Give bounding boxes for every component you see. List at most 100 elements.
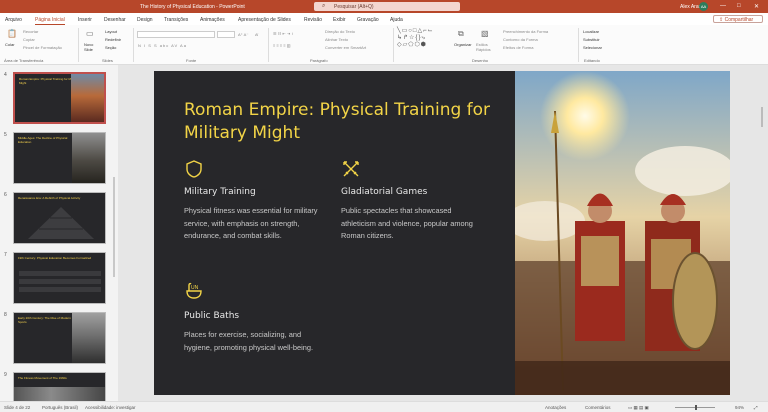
- slide-thumbnail[interactable]: Roman Empire: Physical Training for Mili…: [13, 72, 106, 124]
- tab-pagina-inicial[interactable]: Página Inicial: [35, 17, 65, 25]
- bath-icon: UN: [186, 282, 202, 299]
- crossed-swords-icon: [343, 161, 359, 177]
- clear-format-icon[interactable]: A̸: [255, 32, 258, 37]
- thumbnail-row: [19, 279, 101, 284]
- quick-styles-icon[interactable]: ▧: [481, 29, 489, 38]
- title-bar: The History of Physical Education - Powe…: [0, 0, 768, 13]
- tab-revisao[interactable]: Revisão: [304, 17, 322, 23]
- tab-arquivo[interactable]: Arquivo: [5, 17, 22, 23]
- search-icon: ⌕: [322, 3, 326, 9]
- slide-thumbnail[interactable]: Renaissance Era: A Rebirth of Physical A…: [13, 192, 106, 244]
- arrange-icon[interactable]: ⧉: [458, 29, 464, 39]
- view-buttons-icon[interactable]: ▭ ▦ ▤ ▣: [628, 405, 649, 411]
- language-indicator[interactable]: Português (Brasil): [42, 405, 78, 410]
- copy-button[interactable]: Copiar: [23, 37, 35, 42]
- text-direction-button[interactable]: Direção do Texto: [325, 29, 355, 34]
- slide-thumbnail[interactable]: The Fitness Movement of The 1960s: [13, 372, 106, 401]
- select-button[interactable]: Selecionar: [583, 45, 602, 50]
- block-heading[interactable]: Gladiatorial Games: [341, 187, 427, 197]
- slide-thumbnail-pane[interactable]: 4 Roman Empire: Physical Training for Mi…: [0, 65, 118, 401]
- font-family-select[interactable]: [137, 31, 215, 38]
- slide-thumbnail[interactable]: 19th Century: Physical Education Becomes…: [13, 252, 106, 304]
- ribbon-divider: [133, 28, 134, 62]
- tab-gravacao[interactable]: Gravação: [357, 17, 379, 23]
- tab-desenhar[interactable]: Desenhar: [104, 17, 126, 23]
- thumbnail-number: 4: [4, 72, 7, 78]
- comments-button[interactable]: Comentários: [585, 405, 611, 410]
- ribbon-divider: [268, 28, 269, 62]
- zoom-level[interactable]: 94%: [735, 405, 744, 410]
- thumbnail-number: 9: [4, 372, 7, 378]
- tab-transicoes[interactable]: Transições: [164, 17, 188, 23]
- block-body[interactable]: Places for exercise, socializing, and hy…: [184, 329, 324, 354]
- replace-button[interactable]: Substituir: [583, 37, 600, 42]
- tab-design[interactable]: Design: [137, 17, 153, 23]
- group-label-clipboard: Área de Transferência: [4, 58, 44, 63]
- minimize-icon[interactable]: —: [720, 3, 726, 9]
- align-buttons-icon[interactable]: ≡ ≡ ≡ ≡ ▥: [273, 43, 291, 48]
- accessibility-indicator[interactable]: Acessibilidade: investigar: [85, 405, 136, 410]
- roman-soldiers-image[interactable]: [515, 71, 730, 395]
- tab-apresentacao[interactable]: Apresentação de Slides: [238, 17, 291, 23]
- thumbnail-title: 19th Century: Physical Education Becomes…: [18, 256, 92, 260]
- group-label-editing: Editando: [584, 58, 600, 63]
- align-text-button[interactable]: Alinhar Texto: [325, 37, 348, 42]
- fit-slide-icon[interactable]: ⤢: [754, 405, 758, 410]
- shape-outline-button[interactable]: Contorno da Forma: [503, 37, 538, 42]
- list-buttons-icon[interactable]: ☰ ☷ ⇤ ⇥ ↕: [273, 31, 293, 36]
- smartart-button[interactable]: Converter em SmartArt: [325, 45, 366, 50]
- thumbnail-image: [71, 74, 104, 122]
- thumbnail-number: 5: [4, 132, 7, 138]
- editor-scrollbar[interactable]: [761, 107, 763, 127]
- paste-button[interactable]: Colar: [5, 42, 15, 47]
- quick-styles-button[interactable]: Estilos Rápidos: [476, 42, 496, 52]
- layout-button[interactable]: Layout: [105, 29, 117, 34]
- ribbon-divider: [393, 28, 394, 62]
- thumbnail-title: Middle Ages: The Decline of Physical Edu…: [18, 136, 68, 144]
- shape-effects-button[interactable]: Efeitos de Forma: [503, 45, 533, 50]
- block-body[interactable]: Public spectacles that showcased athleti…: [341, 205, 486, 243]
- section-button[interactable]: Seção: [105, 45, 116, 50]
- slide-thumbnail[interactable]: Early 20th Century: The Rise of Modern S…: [13, 312, 106, 364]
- new-slide-button[interactable]: Novo Slide: [84, 42, 98, 52]
- new-slide-icon[interactable]: ▭: [86, 29, 94, 38]
- thumbnail-title: Renaissance Era: A Rebirth of Physical A…: [18, 196, 81, 200]
- avatar[interactable]: AA: [699, 2, 708, 11]
- search-box[interactable]: ⌕ Pesquisar (Alt+Q): [314, 2, 460, 11]
- block-body[interactable]: Physical fitness was essential for milit…: [184, 205, 324, 243]
- tab-animacoes[interactable]: Animações: [200, 17, 225, 23]
- shape-fill-button[interactable]: Preenchimento da Forma: [503, 29, 548, 34]
- font-grow-shrink-icon[interactable]: A⁺ A⁻: [238, 32, 248, 37]
- slide-canvas[interactable]: Roman Empire: Physical Training for Mili…: [154, 71, 730, 395]
- paste-icon[interactable]: 📋: [7, 29, 17, 38]
- thumbnail-title: Roman Empire: Physical Training for Mili…: [19, 77, 79, 85]
- arrange-button[interactable]: Organizar: [454, 42, 472, 47]
- format-painter-button[interactable]: Pincel de Formatação: [23, 45, 62, 50]
- find-button[interactable]: Localizar: [583, 29, 599, 34]
- thumbnail-title: The Fitness Movement of The 1960s: [18, 376, 67, 380]
- tab-ajuda[interactable]: Ajuda: [390, 17, 403, 23]
- share-button[interactable]: ⇪ Compartilhar: [713, 15, 763, 23]
- zoom-slider-thumb[interactable]: [695, 405, 697, 410]
- block-heading[interactable]: Military Training: [184, 187, 256, 197]
- font-size-select[interactable]: [217, 31, 235, 38]
- reset-button[interactable]: Redefinir: [105, 37, 121, 42]
- cut-button[interactable]: Recortar: [23, 29, 38, 34]
- slide-title[interactable]: Roman Empire: Physical Training for Mili…: [184, 99, 504, 145]
- shield-icon: [186, 160, 202, 178]
- svg-text:UN: UN: [191, 285, 199, 291]
- close-icon[interactable]: ✕: [754, 3, 759, 10]
- tab-exibir[interactable]: Exibir: [333, 17, 346, 23]
- tab-inserir[interactable]: Inserir: [78, 17, 92, 23]
- shapes-gallery[interactable]: ╲▭○□△⌐⌙ ↳↱☆{}⤷ ◇▱⬠⬡⬢: [397, 28, 447, 52]
- group-label-slides: Slides: [102, 58, 113, 63]
- search-placeholder: Pesquisar (Alt+Q): [334, 4, 374, 10]
- thumbnail-scrollbar[interactable]: [113, 177, 115, 277]
- block-heading[interactable]: Public Baths: [184, 311, 239, 321]
- thumbnail-number: 7: [4, 252, 7, 258]
- slide-thumbnail[interactable]: Middle Ages: The Decline of Physical Edu…: [13, 132, 106, 184]
- maximize-icon[interactable]: □: [737, 3, 741, 9]
- notes-button[interactable]: Anotações: [545, 405, 566, 410]
- thumbnail-image: [72, 313, 105, 363]
- font-style-buttons[interactable]: N I S S abc AV Aa: [138, 43, 187, 48]
